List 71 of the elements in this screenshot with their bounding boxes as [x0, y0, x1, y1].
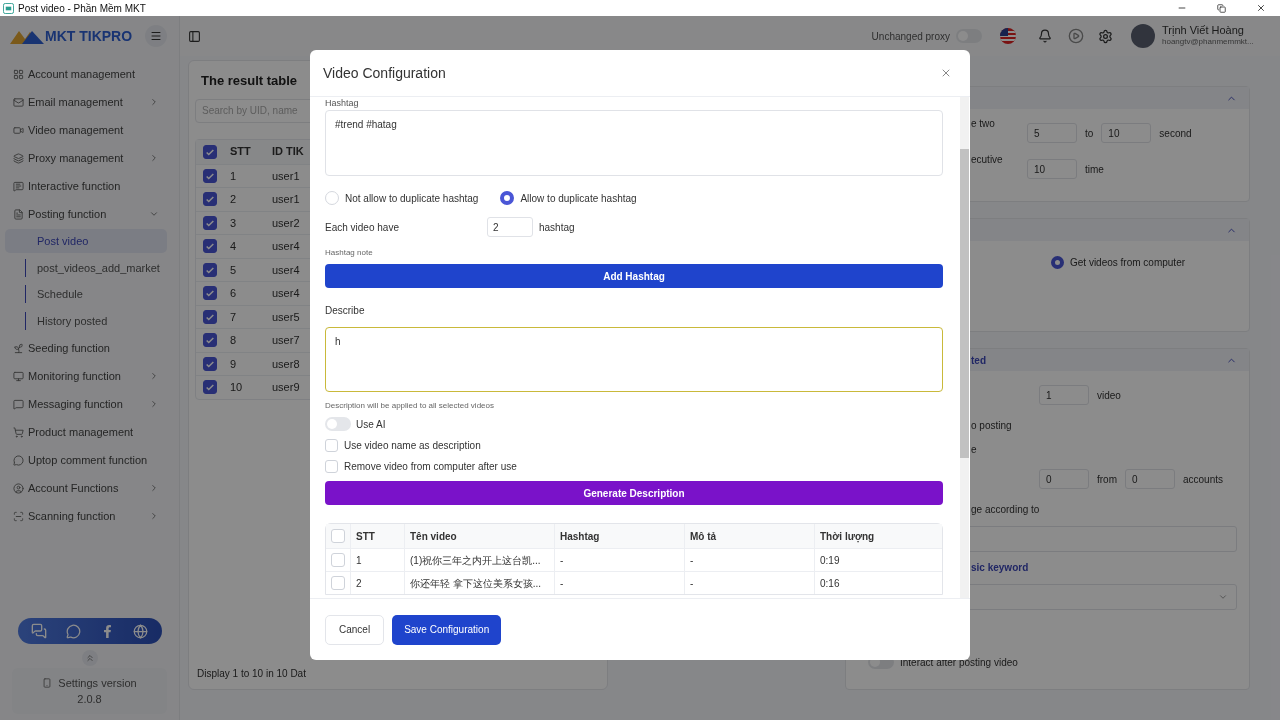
table-cell: -: [684, 572, 814, 594]
hint-text: Description will be applied to all selected videos: [325, 400, 495, 412]
table-cell: (1)祝你三年之内开上这台凯...: [404, 549, 554, 571]
column-header: Thời lượng: [814, 524, 875, 548]
radio-label: Get videos from computer: [1070, 255, 1186, 270]
unit-label: video: [1097, 388, 1121, 403]
checkbox-label: Remove video from computer after use: [344, 459, 517, 474]
table-cell-text: 5: [229, 262, 238, 278]
column-header: STT: [350, 524, 404, 548]
table-cell-text: 8: [229, 333, 238, 348]
table-cell-text: 6: [229, 286, 238, 301]
logo-text: MKT TIKPRO: [45, 26, 133, 46]
table-cell-text: user1: [271, 192, 300, 207]
table-cell-text: user5: [271, 309, 300, 325]
pagination-info: Display 1 to 10 in 10 Dat: [196, 667, 307, 681]
table-cell-text: user8: [271, 356, 300, 372]
column-header: Tên video: [404, 524, 554, 548]
table-cell: 1: [350, 549, 404, 571]
table-cell: 你还年轻 拿下这位美系女孩...: [404, 572, 554, 594]
table-cell-text: 9: [229, 356, 238, 372]
field-label: e: [971, 442, 977, 457]
unit-label: second: [1159, 126, 1192, 141]
version-label: Settings version: [58, 675, 137, 691]
field-label: e two: [971, 117, 996, 131]
field-label: o posting: [971, 418, 1012, 433]
unit-label: hashtag: [539, 220, 575, 235]
column-header: STT: [229, 144, 252, 160]
user-name: Trịnh Viết Hoàng: [1162, 24, 1245, 36]
column-header: ID TIK: [271, 144, 304, 160]
table-cell: -: [554, 549, 684, 571]
table-cell-text: user2: [271, 215, 300, 231]
field-label: Hashtag: [325, 97, 360, 109]
table-cell: -: [554, 572, 684, 594]
table-cell-text: 2: [229, 192, 238, 207]
table-cell: -: [684, 549, 814, 571]
field-label: ecutive: [971, 153, 1004, 167]
version-number: 2.0.8: [77, 692, 102, 707]
field-label: Each video have: [325, 220, 400, 235]
card-title: The result table: [201, 72, 298, 90]
table-cell-text: user4: [271, 239, 300, 254]
radio-label: Not allow to duplicate hashtag: [345, 191, 479, 206]
table-cell-text: user4: [271, 286, 300, 301]
table-cell-text: 3: [229, 215, 238, 231]
radio-label: Allow to duplicate hashtag: [520, 191, 637, 206]
column-header: Mô tả: [684, 524, 814, 548]
field-label: ge according to: [971, 502, 1040, 517]
column-header: Hashtag: [554, 524, 684, 548]
window-title: Post video - Phần Mềm MKT: [18, 1, 146, 16]
checkbox-label: Use video name as description: [344, 438, 481, 453]
dialog-title: Video Configuration: [323, 63, 446, 83]
table-cell-text: user7: [271, 333, 300, 348]
table-cell-text: 4: [229, 239, 238, 254]
table-cell-text: user4: [271, 262, 300, 278]
field-label: from: [1097, 472, 1117, 487]
table-cell: 0:19: [814, 549, 840, 571]
section-title: ted: [971, 353, 986, 368]
table-cell: 0:16: [814, 572, 840, 594]
table-cell-text: user9: [271, 380, 300, 395]
hint-text: Hashtag note: [325, 247, 374, 259]
toggle-label: Use AI: [356, 417, 386, 432]
field-label: to: [1085, 126, 1094, 141]
table-cell-text: 1: [229, 168, 238, 184]
field-label: Describe: [325, 304, 366, 318]
table-cell: 2: [350, 572, 404, 594]
proxy-label: Unchanged proxy: [871, 29, 950, 44]
user-email: hoangtv@phanmemmkt...: [1162, 36, 1255, 48]
unit-label: accounts: [1183, 472, 1224, 487]
table-cell-text: 10: [229, 380, 244, 395]
table-cell-text: 7: [229, 309, 238, 325]
unit-label: time: [1085, 162, 1104, 177]
table-cell-text: user1: [271, 168, 300, 184]
